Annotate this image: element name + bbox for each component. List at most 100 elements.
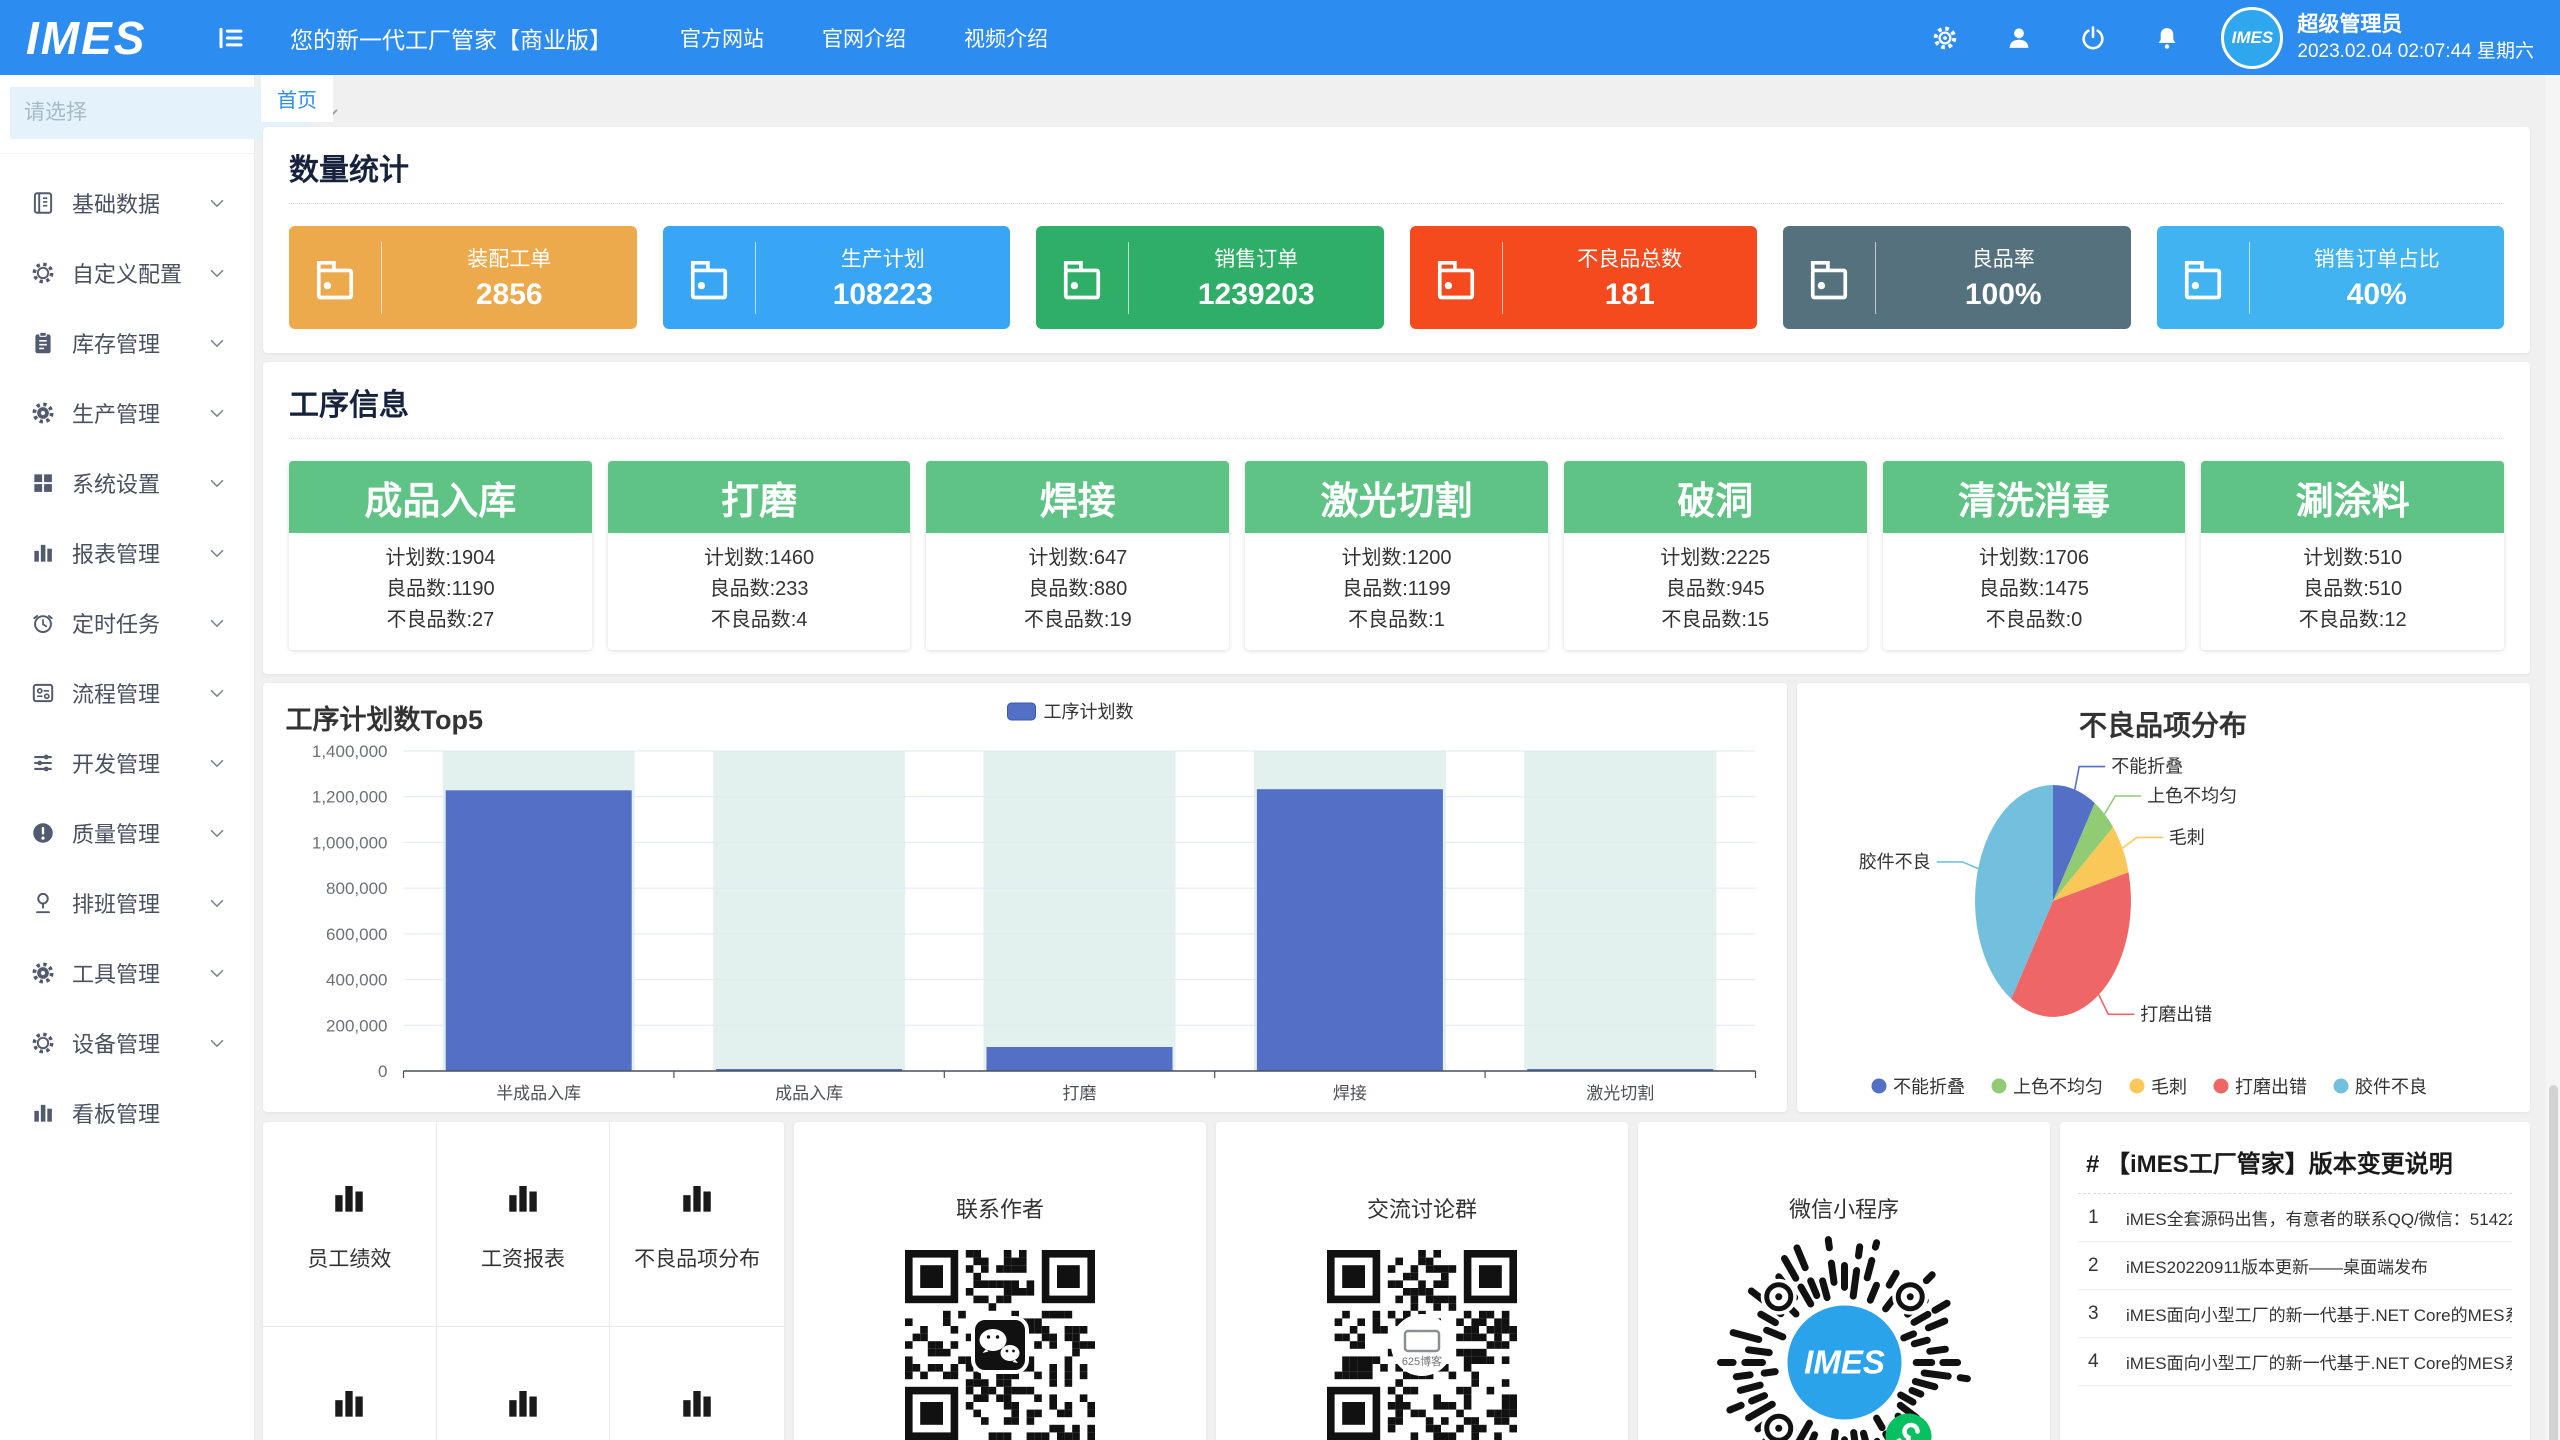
clipboard-icon [30, 330, 56, 356]
stat-label: 销售订单占比 [2314, 243, 2440, 273]
report-item[interactable]: 不良品项分布 [610, 1122, 784, 1327]
barchart-icon [30, 540, 56, 566]
bell-icon[interactable] [2153, 24, 2181, 52]
plan-count: 计划数:1904 [289, 543, 592, 574]
process-card-title: 焊接 [926, 461, 1229, 533]
sidebar-item-13-gear-outline[interactable]: 设备管理 [0, 1008, 254, 1078]
sidebar-item-6-barchart[interactable]: 报表管理 [0, 518, 254, 588]
barchart-icon [675, 1175, 719, 1219]
container-icon [1410, 252, 1502, 304]
svg-text:不能折叠: 不能折叠 [2111, 757, 2183, 777]
changelog-row-text: iMES20220911版本更新——桌面端发布 [2126, 1253, 2512, 1278]
gear-filled-icon [30, 400, 56, 426]
plan-count: 计划数:510 [2201, 543, 2504, 574]
stat-label: 生产计划 [841, 243, 925, 273]
report-item[interactable]: 生产报表 [437, 1327, 611, 1440]
page: IMES 您的新一代工厂管家【商业版】 官方网站 官网介绍 视频介绍 IMES [0, 0, 2560, 1440]
report-item[interactable]: 员工绩效 [263, 1122, 437, 1327]
svg-text:工序计划数: 工序计划数 [1044, 702, 1134, 722]
sidebar-item-label: 基础数据 [72, 187, 206, 219]
sidebar-item-1-notebook[interactable]: 基础数据 [0, 168, 254, 238]
tab-home[interactable]: 首页 [261, 75, 333, 122]
nav-video-intro[interactable]: 视频介绍 [964, 23, 1048, 53]
sidebar-item-11-person-stamp[interactable]: 排班管理 [0, 868, 254, 938]
svg-text:上色不均匀: 上色不均匀 [2013, 1077, 2103, 1097]
pie-chart: 不良品项分布不能折叠上色不均匀毛刺打磨出错胶件不良不能折叠上色不均匀毛刺打磨出错… [1797, 683, 2530, 1112]
stat-value: 2856 [476, 278, 543, 312]
good-count: 良品数:233 [608, 574, 911, 605]
svg-text:200,000: 200,000 [326, 1016, 387, 1035]
page-scrollbar[interactable] [2546, 75, 2560, 1440]
barchart-icon [327, 1175, 371, 1219]
process-card-title: 破洞 [1564, 461, 1867, 533]
report-item[interactable]: 不良品项汇总 [263, 1327, 437, 1440]
sidebar-item-8-flow-card[interactable]: 流程管理 [0, 658, 254, 728]
nav-site-intro[interactable]: 官网介绍 [822, 23, 906, 53]
sidebar-item-12-gear-filled[interactable]: 工具管理 [0, 938, 254, 1008]
sidebar-item-label: 工具管理 [72, 957, 206, 989]
good-count: 良品数:880 [926, 574, 1229, 605]
stat-value: 181 [1605, 278, 1655, 312]
avatar[interactable]: IMES [2221, 7, 2283, 69]
svg-text:工序计划数Top5: 工序计划数Top5 [286, 704, 484, 735]
tabbar: 首页 [255, 75, 2560, 122]
changelog-row: 1iMES全套源码出售，有意者的联系QQ/微信：514224717 [2078, 1194, 2512, 1242]
chevron-down-icon [206, 822, 228, 844]
container-icon [2157, 252, 2249, 304]
report-item[interactable]: 工资报表 [437, 1122, 611, 1327]
svg-text:600,000: 600,000 [326, 925, 387, 944]
svg-text:毛刺: 毛刺 [2151, 1077, 2187, 1097]
datetime: 2023.02.04 02:07:44 星期六 [2297, 39, 2534, 65]
process-cards-row: 成品入库计划数:1904良品数:1190不良品数:27打磨计划数:1460良品数… [289, 461, 2504, 650]
stat-card: 不良品总数 181 [1410, 226, 1758, 329]
stat-text: 生产计划108223 [756, 243, 1011, 312]
chevron-down-icon [206, 262, 228, 284]
report-grid: 员工绩效工资报表不良品项分布不良品项汇总生产报表产量统计 [263, 1122, 784, 1440]
sidebar-item-2-gear-outline[interactable]: 自定义配置 [0, 238, 254, 308]
bottom-row: 员工绩效工资报表不良品项分布不良品项汇总生产报表产量统计 联系作者扫一扫上面的二… [263, 1122, 2530, 1440]
stat-label: 装配工单 [467, 243, 551, 273]
stat-text: 销售订单占比40% [2250, 243, 2505, 312]
good-count: 良品数:1190 [289, 574, 592, 605]
stats-section-title: 数量统计 [289, 145, 2504, 204]
sidebar-item-label: 定时任务 [72, 607, 206, 639]
topbar: IMES 您的新一代工厂管家【商业版】 官方网站 官网介绍 视频介绍 IMES [0, 0, 2560, 75]
svg-text:800,000: 800,000 [326, 879, 387, 898]
defect-count: 不良品数:19 [926, 605, 1229, 636]
stat-label: 不良品总数 [1577, 243, 1682, 273]
svg-text:成品入库: 成品入库 [775, 1084, 843, 1103]
changelog-row: 4iMES面向小型工厂的新一代基于.NET Core的MES系统__PC端 [2078, 1338, 2512, 1386]
sidebar: 基础数据自定义配置库存管理生产管理系统设置报表管理定时任务流程管理开发管理质量管… [0, 75, 255, 1440]
user-name: 超级管理员 [2297, 11, 2534, 39]
bar-chart-card: 0200,000400,000600,000800,0001,000,0001,… [263, 683, 1787, 1112]
sidebar-item-9-sliders[interactable]: 开发管理 [0, 728, 254, 798]
nav-official-site[interactable]: 官方网站 [680, 23, 764, 53]
plan-count: 计划数:1200 [1245, 543, 1548, 574]
good-count: 良品数:945 [1564, 574, 1867, 605]
changelog-row-text: iMES全套源码出售，有意者的联系QQ/微信：514224717 [2126, 1205, 2512, 1230]
chevron-down-icon [206, 192, 228, 214]
process-card: 成品入库计划数:1904良品数:1190不良品数:27 [289, 461, 592, 650]
svg-text:焊接: 焊接 [1333, 1084, 1367, 1103]
content: 数量统计 装配工单2856生产计划108223销售订单1239203不良品总数1… [255, 122, 2560, 1440]
gear-icon[interactable] [1931, 24, 1959, 52]
menu-collapse-icon[interactable] [214, 21, 248, 55]
qr-panel-title: 微信小程序 [1789, 1192, 1899, 1224]
sidebar-item-5-grid[interactable]: 系统设置 [0, 448, 254, 518]
svg-text:1,000,000: 1,000,000 [312, 833, 388, 852]
report-shortcuts-card: 员工绩效工资报表不良品项分布不良品项汇总生产报表产量统计 [263, 1122, 784, 1440]
report-item[interactable]: 产量统计 [610, 1327, 784, 1440]
stat-card: 装配工单 2856 [289, 226, 637, 329]
stat-text: 良品率100% [1876, 243, 2131, 312]
sidebar-item-4-gear-filled[interactable]: 生产管理 [0, 378, 254, 448]
user-icon[interactable] [2005, 24, 2033, 52]
scrollbar-thumb[interactable] [2549, 1085, 2558, 1440]
sidebar-item-14-barchart[interactable]: 看板管理 [0, 1078, 254, 1148]
sidebar-item-3-clipboard[interactable]: 库存管理 [0, 308, 254, 378]
process-section-title: 工序信息 [289, 380, 2504, 439]
sidebar-item-label: 开发管理 [72, 747, 206, 779]
power-icon[interactable] [2079, 24, 2107, 52]
sidebar-item-7-alarm-clock[interactable]: 定时任务 [0, 588, 254, 658]
sidebar-item-10-exclamation[interactable]: 质量管理 [0, 798, 254, 868]
flow-card-icon [30, 680, 56, 706]
